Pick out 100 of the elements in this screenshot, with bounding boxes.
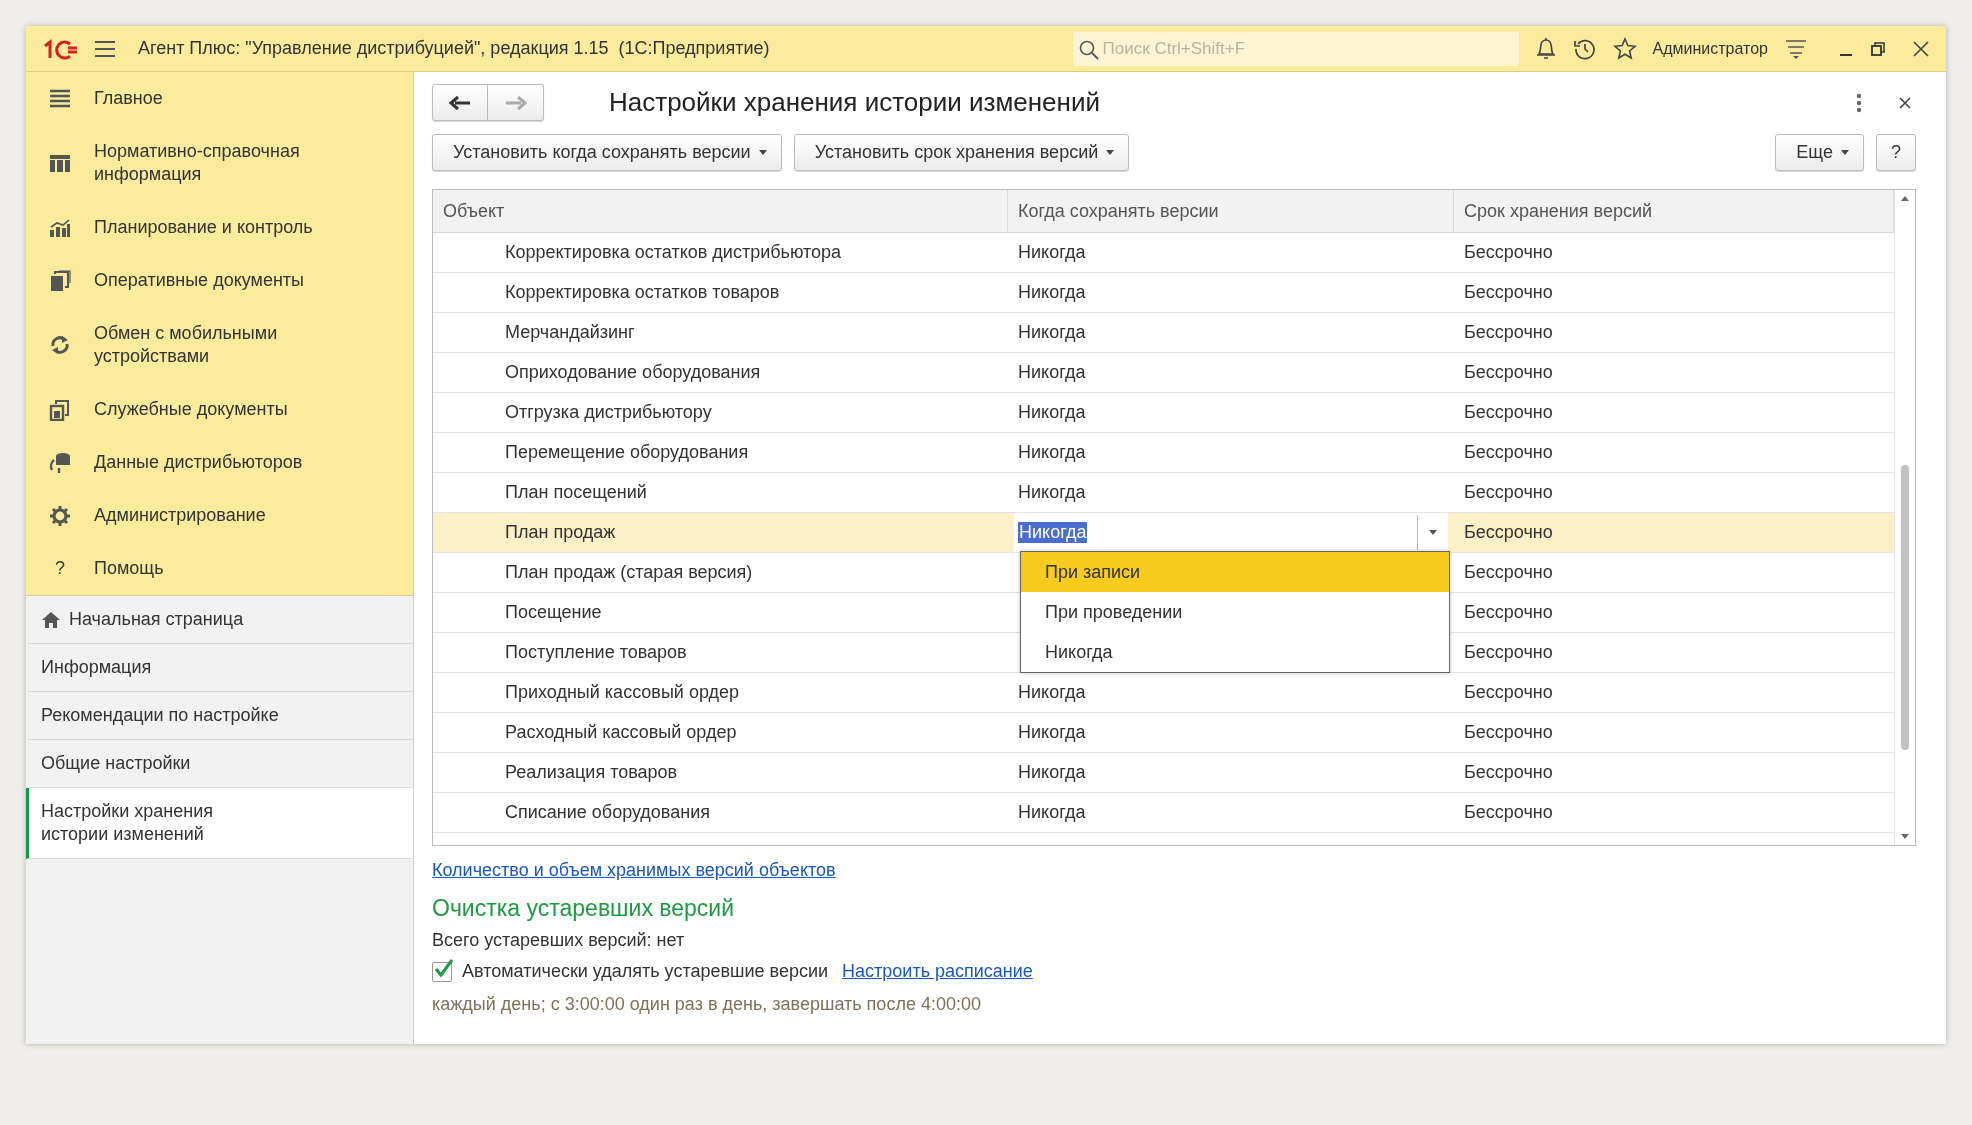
user-name[interactable]: Администратор (1652, 39, 1768, 58)
object-cell-text: Поступление товаров (504, 641, 688, 664)
when-cell-text: Никогда (1017, 281, 1087, 304)
section-item[interactable]: Служебные документы (26, 383, 413, 436)
help-icon: ? (55, 557, 65, 580)
scroll-thumb[interactable] (1901, 465, 1909, 750)
caret-icon (758, 150, 767, 155)
nav-label: Информация (41, 656, 152, 679)
schedule-text: каждый день; с 3:00:00 один раз в день, завершать после 4:00:00 (432, 994, 982, 1015)
when-cell-text: Никогда (1017, 681, 1087, 704)
nav-item[interactable]: Настройки хранения истории изменений (26, 788, 413, 859)
search-field[interactable]: Поиск Ctrl+Shift+F (1072, 31, 1519, 66)
columns-icon (49, 153, 71, 173)
object-cell-text: План посещений (504, 481, 648, 504)
scroll-down-icon[interactable] (1901, 834, 1909, 839)
menu-icon[interactable] (94, 39, 116, 58)
when-cell-text: Никогда (1017, 801, 1087, 824)
filter-lines-icon[interactable] (1784, 37, 1808, 60)
section-item[interactable]: Планирование и контроль (26, 201, 413, 254)
section-item[interactable]: Данные дистрибьюторов (26, 436, 413, 489)
arrow-right-icon (504, 94, 527, 111)
bar-chart-icon (49, 217, 71, 238)
period-cell-text: Бессрочно (1463, 681, 1554, 704)
versions-link[interactable]: Количество и объем хранимых версий объектов (432, 860, 836, 880)
object-cell-text: План продаж (старая версия) (504, 561, 754, 584)
close-icon[interactable] (1898, 95, 1912, 110)
database-icon (48, 451, 72, 474)
period-cell-text: Бессрочно (1463, 761, 1554, 784)
section-item[interactable]: Оперативные документы (26, 254, 413, 307)
period-cell-text: Бессрочно (1463, 641, 1554, 664)
section-item[interactable]: Администрирование (26, 489, 413, 542)
period-cell-text: Бессрочно (1463, 281, 1554, 304)
more-icon[interactable] (1856, 92, 1862, 113)
more-button[interactable]: Еще (1775, 134, 1864, 171)
caret-icon (1106, 150, 1115, 155)
object-cell-text: План продаж (504, 521, 617, 544)
check-icon (433, 958, 453, 979)
object-cell-text: Корректировка остатков товаров (504, 281, 781, 304)
section-heading: Очистка устаревших версий (432, 895, 736, 922)
form-title: Настройки хранения истории изменений (609, 87, 1100, 118)
period-cell-text: Бессрочно (1463, 801, 1554, 824)
period-cell-text: Бессрочно (1463, 601, 1554, 624)
object-cell-text: Списание оборудования (504, 801, 711, 824)
caret-icon[interactable] (1429, 530, 1437, 535)
when-cell-text: Никогда (1017, 321, 1087, 344)
checkbox[interactable] (432, 961, 452, 982)
total-text: Всего устаревших версий: нет (432, 930, 686, 951)
dropdown-option[interactable]: При записи (1021, 552, 1449, 592)
documents-icon (49, 398, 71, 421)
set-button[interactable]: Установить срок хранения версий (793, 134, 1130, 171)
column-header[interactable]: Когда сохранять версии (1008, 190, 1454, 232)
when-cell-text: Никогда (1017, 481, 1087, 504)
period-cell-text: Бессрочно (1463, 721, 1554, 744)
period-cell-text: Бессрочно (1463, 481, 1554, 504)
section-item[interactable]: Главное (26, 72, 413, 125)
help-button[interactable]: ? (1876, 134, 1916, 171)
when-cell-text: Никогда (1017, 361, 1087, 384)
object-cell-text: Оприходование оборудования (504, 361, 762, 384)
section-item[interactable]: Обмен с мобильными устройствами (26, 307, 413, 383)
nav-item[interactable]: Начальная страница (26, 596, 413, 644)
object-cell-text: Отгрузка дистрибьютору (504, 401, 713, 424)
gear-icon (49, 504, 71, 527)
nav-label: Рекомендации по настройке (41, 704, 279, 727)
nav-item[interactable]: Информация (26, 644, 413, 692)
dropdown-option[interactable]: Никогда (1021, 632, 1449, 672)
schedule-link[interactable]: Настроить расписание (842, 961, 1033, 982)
column-header[interactable]: Срок хранения версий (1454, 190, 1894, 232)
when-cell-text: Никогда (1017, 401, 1087, 424)
caret-icon (1841, 150, 1849, 155)
section-item[interactable]: ? Помощь (26, 542, 413, 595)
list-icon (49, 88, 71, 109)
object-cell-text: Реализация товаров (504, 761, 679, 784)
logo-icon (42, 37, 78, 60)
object-cell-text: Посещение (504, 601, 603, 624)
scroll-up-icon[interactable] (1901, 196, 1909, 201)
documents-icon (49, 269, 71, 292)
column-header[interactable]: Объект (433, 190, 1008, 232)
home-icon (41, 610, 61, 629)
section-item[interactable]: Нормативно-справочная информация (26, 125, 413, 201)
bell-icon[interactable] (1534, 36, 1557, 61)
search-icon (1078, 39, 1099, 60)
back-button[interactable] (432, 84, 488, 121)
nav-label: Настройки хранения истории изменений (41, 800, 214, 846)
when-cell-text: Никогда (1017, 241, 1087, 264)
close-icon[interactable] (1912, 39, 1930, 58)
when-cell-text: Никогда (1017, 761, 1087, 784)
period-cell-text: Бессрочно (1463, 561, 1554, 584)
nav-item[interactable]: Рекомендации по настройке (26, 692, 413, 740)
checkbox-label[interactable]: Автоматически удалять устаревшие версии (462, 961, 829, 982)
period-cell-text: Бессрочно (1463, 241, 1554, 264)
sync-icon (49, 334, 71, 356)
object-cell-text: Перемещение оборудования (504, 441, 750, 464)
star-icon[interactable] (1612, 36, 1637, 61)
object-cell-text: Приходный кассовый ордер (504, 681, 741, 704)
dropdown-option[interactable]: При проведении (1021, 592, 1449, 632)
when-cell-text: Никогда (1017, 721, 1087, 744)
object-cell-text: Мерчандайзинг (504, 321, 636, 344)
when-cell-text: Никогда (1017, 441, 1087, 464)
restore-icon[interactable] (1870, 40, 1886, 57)
set-button[interactable]: Установить когда сохранять версии (432, 134, 782, 171)
